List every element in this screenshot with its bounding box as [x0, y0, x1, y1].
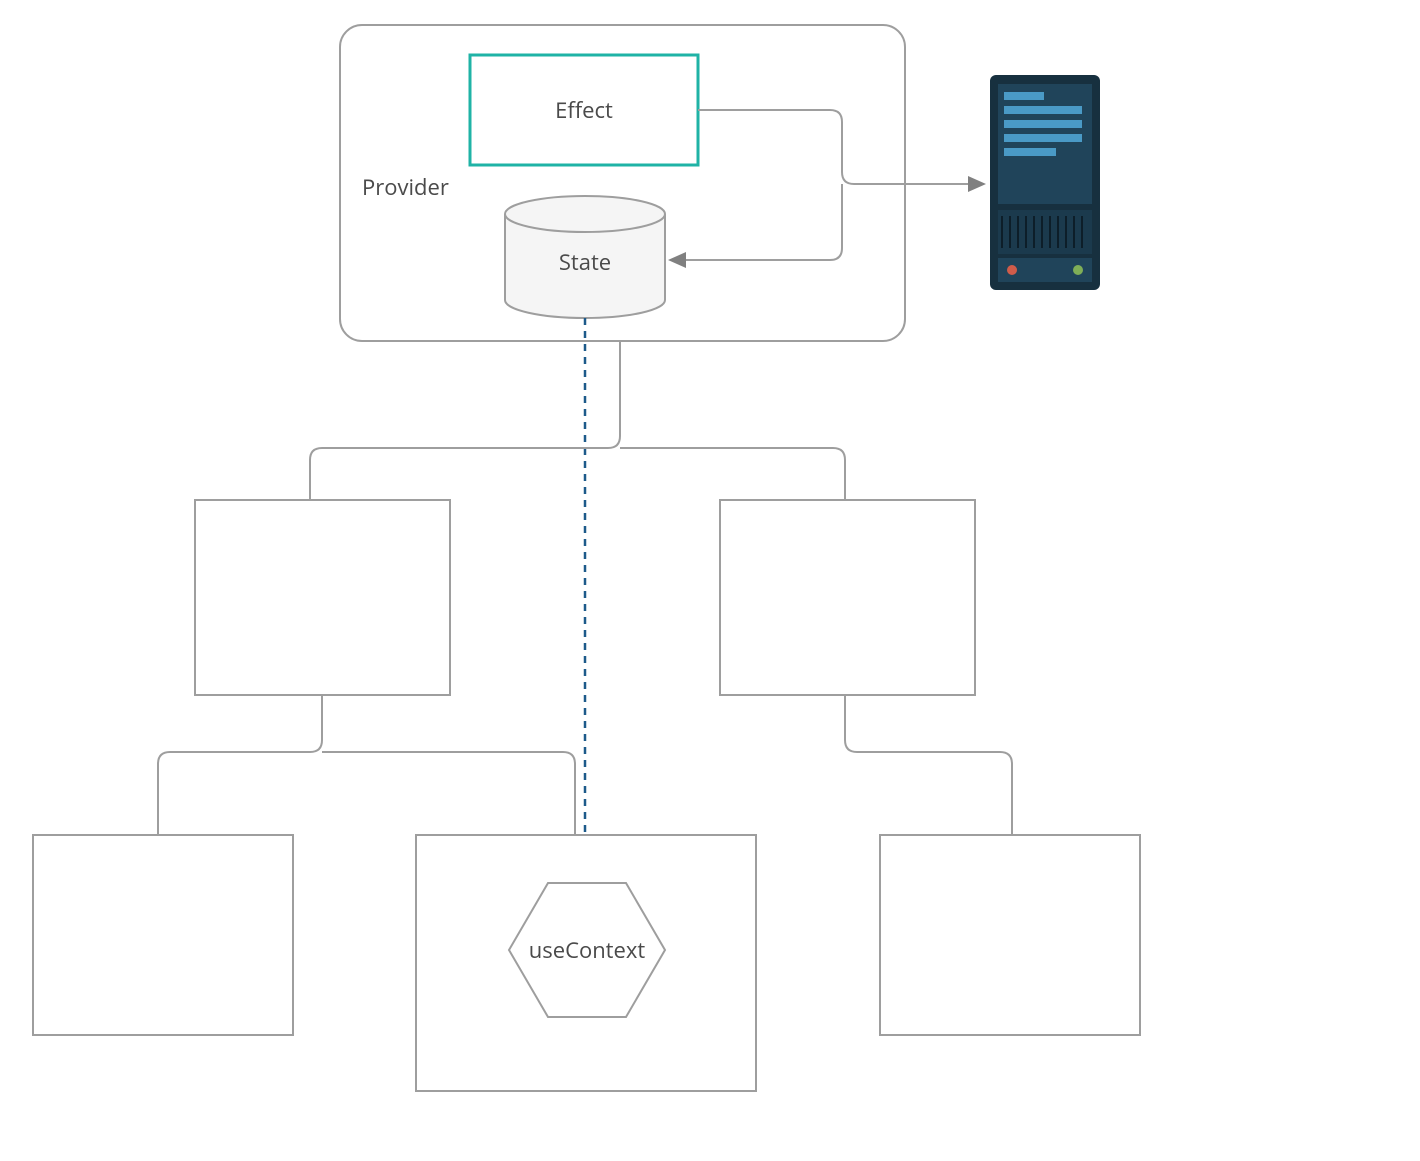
child-box-left	[195, 500, 450, 695]
context-provider-diagram: Provider Effect State	[0, 0, 1420, 1161]
effect-label: Effect	[555, 95, 613, 125]
usecontext-label: useContext	[529, 935, 646, 965]
leaf-box-1	[33, 835, 293, 1035]
state-cylinder: State	[505, 196, 665, 318]
leaf-box-3	[880, 835, 1140, 1035]
connector-left-children	[158, 695, 575, 835]
connector-provider-children	[310, 341, 845, 500]
arrowhead-to-server	[968, 176, 986, 192]
connector-right-child	[845, 695, 1012, 835]
child-box-right	[720, 500, 975, 695]
server-icon	[990, 75, 1100, 290]
state-label: State	[559, 247, 611, 277]
provider-label: Provider	[362, 172, 449, 202]
